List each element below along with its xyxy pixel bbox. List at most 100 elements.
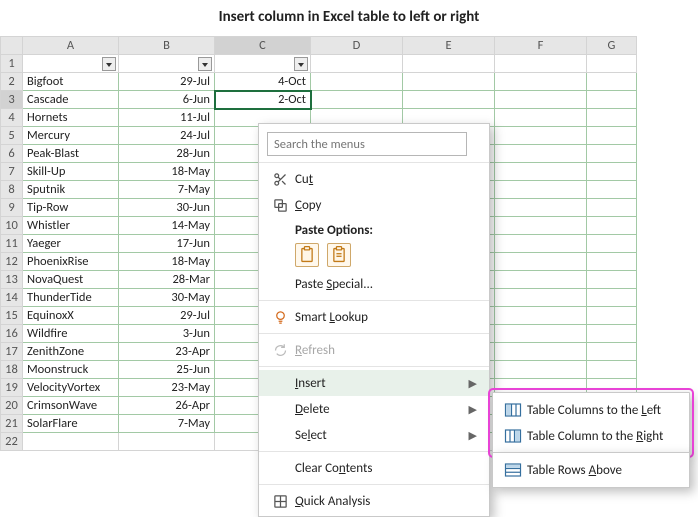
cell[interactable]	[495, 343, 587, 361]
cell[interactable]	[587, 181, 637, 199]
row-header[interactable]: 22	[1, 433, 23, 451]
row-header[interactable]: 15	[1, 307, 23, 325]
row-header[interactable]: 11	[1, 235, 23, 253]
row-header[interactable]: 3	[1, 91, 23, 109]
menu-copy[interactable]: Copy	[259, 192, 489, 218]
cell[interactable]	[587, 163, 637, 181]
column-header[interactable]: G	[587, 37, 637, 55]
column-header[interactable]: F	[495, 37, 587, 55]
cell[interactable]: PhoenixRise	[23, 253, 119, 271]
menu-smart-lookup[interactable]: Smart Lookup	[259, 304, 489, 330]
row-header[interactable]: 17	[1, 343, 23, 361]
row-header[interactable]: 6	[1, 145, 23, 163]
row-header[interactable]: 16	[1, 325, 23, 343]
cell[interactable]	[587, 127, 637, 145]
cell[interactable]: Due date	[215, 55, 311, 73]
cell[interactable]: Skill-Up	[23, 163, 119, 181]
menu-select[interactable]: Select ▶	[259, 422, 489, 448]
cell[interactable]	[587, 199, 637, 217]
cell[interactable]: CrimsonWave	[23, 397, 119, 415]
paste-button[interactable]	[327, 243, 351, 267]
cell[interactable]: Moonstruck	[23, 361, 119, 379]
row-header[interactable]: 14	[1, 289, 23, 307]
cell[interactable]	[495, 217, 587, 235]
cell[interactable]	[495, 163, 587, 181]
menu-insert[interactable]: Insert ▶	[259, 370, 489, 396]
row-header[interactable]: 18	[1, 361, 23, 379]
cell[interactable]: VelocityVortex	[23, 379, 119, 397]
paste-button[interactable]	[295, 243, 319, 267]
cell[interactable]: 2-Oct	[215, 91, 311, 109]
cell[interactable]: Tip-Row	[23, 199, 119, 217]
row-header[interactable]: 7	[1, 163, 23, 181]
cell[interactable]	[495, 271, 587, 289]
cell[interactable]: 29-Jul	[119, 307, 215, 325]
cell[interactable]	[495, 109, 587, 127]
cell[interactable]	[587, 361, 637, 379]
column-header[interactable]: E	[403, 37, 495, 55]
select-all-corner[interactable]	[1, 37, 23, 55]
cell[interactable]: 30-May	[119, 289, 215, 307]
cell[interactable]: 23-May	[119, 379, 215, 397]
cell[interactable]	[587, 55, 637, 73]
cell[interactable]	[495, 325, 587, 343]
cell[interactable]	[587, 271, 637, 289]
cell[interactable]	[587, 217, 637, 235]
cell[interactable]: 29-Jul	[119, 73, 215, 91]
cell[interactable]	[311, 55, 403, 73]
column-header[interactable]: D	[311, 37, 403, 55]
submenu-rows-above[interactable]: Table Rows Above	[493, 457, 689, 483]
filter-dropdown-icon[interactable]	[198, 57, 212, 71]
cell[interactable]: Bigfoot	[23, 73, 119, 91]
cell[interactable]: Start date	[119, 55, 215, 73]
cell[interactable]: 18-May	[119, 253, 215, 271]
row-header[interactable]: 4	[1, 109, 23, 127]
cell[interactable]	[587, 253, 637, 271]
cell[interactable]	[495, 181, 587, 199]
cell[interactable]: Mercury	[23, 127, 119, 145]
cell[interactable]	[495, 289, 587, 307]
cell[interactable]	[587, 289, 637, 307]
column-header[interactable]: A	[23, 37, 119, 55]
cell[interactable]: 24-Jul	[119, 127, 215, 145]
cell[interactable]: ZenithZone	[23, 343, 119, 361]
cell[interactable]	[587, 91, 637, 109]
submenu-columns-left[interactable]: Table Columns to the Left	[493, 397, 689, 423]
cell[interactable]: 17-Jun	[119, 235, 215, 253]
cell[interactable]	[403, 91, 495, 109]
column-header[interactable]: C	[215, 37, 311, 55]
row-header[interactable]: 13	[1, 271, 23, 289]
row-header[interactable]: 10	[1, 217, 23, 235]
menu-search[interactable]	[267, 132, 481, 156]
cell[interactable]	[403, 73, 495, 91]
row-header[interactable]: 8	[1, 181, 23, 199]
cell[interactable]	[495, 307, 587, 325]
cell[interactable]: 28-Mar	[119, 271, 215, 289]
row-header[interactable]: 5	[1, 127, 23, 145]
cell[interactable]: Wildfire	[23, 325, 119, 343]
submenu-column-right[interactable]: Table Column to the Right	[493, 423, 689, 449]
cell[interactable]	[587, 235, 637, 253]
cell[interactable]	[495, 235, 587, 253]
cell[interactable]: Peak-Blast	[23, 145, 119, 163]
cell[interactable]: SolarFlare	[23, 415, 119, 433]
menu-delete[interactable]: Delete ▶	[259, 396, 489, 422]
row-header[interactable]: 19	[1, 379, 23, 397]
cell[interactable]: Hornets	[23, 109, 119, 127]
cell[interactable]	[311, 91, 403, 109]
cell[interactable]: 23-Apr	[119, 343, 215, 361]
cell[interactable]: 11-Jul	[119, 109, 215, 127]
cell[interactable]	[495, 361, 587, 379]
cell[interactable]: Whistler	[23, 217, 119, 235]
cell[interactable]	[495, 55, 587, 73]
cell[interactable]: 7-May	[119, 415, 215, 433]
row-header[interactable]: 12	[1, 253, 23, 271]
cell[interactable]	[495, 145, 587, 163]
cell[interactable]: Sputnik	[23, 181, 119, 199]
cell[interactable]: NovaQuest	[23, 271, 119, 289]
cell[interactable]	[587, 145, 637, 163]
cell[interactable]: 28-Jun	[119, 145, 215, 163]
cell[interactable]	[311, 73, 403, 91]
cell[interactable]	[587, 307, 637, 325]
cell[interactable]	[495, 73, 587, 91]
